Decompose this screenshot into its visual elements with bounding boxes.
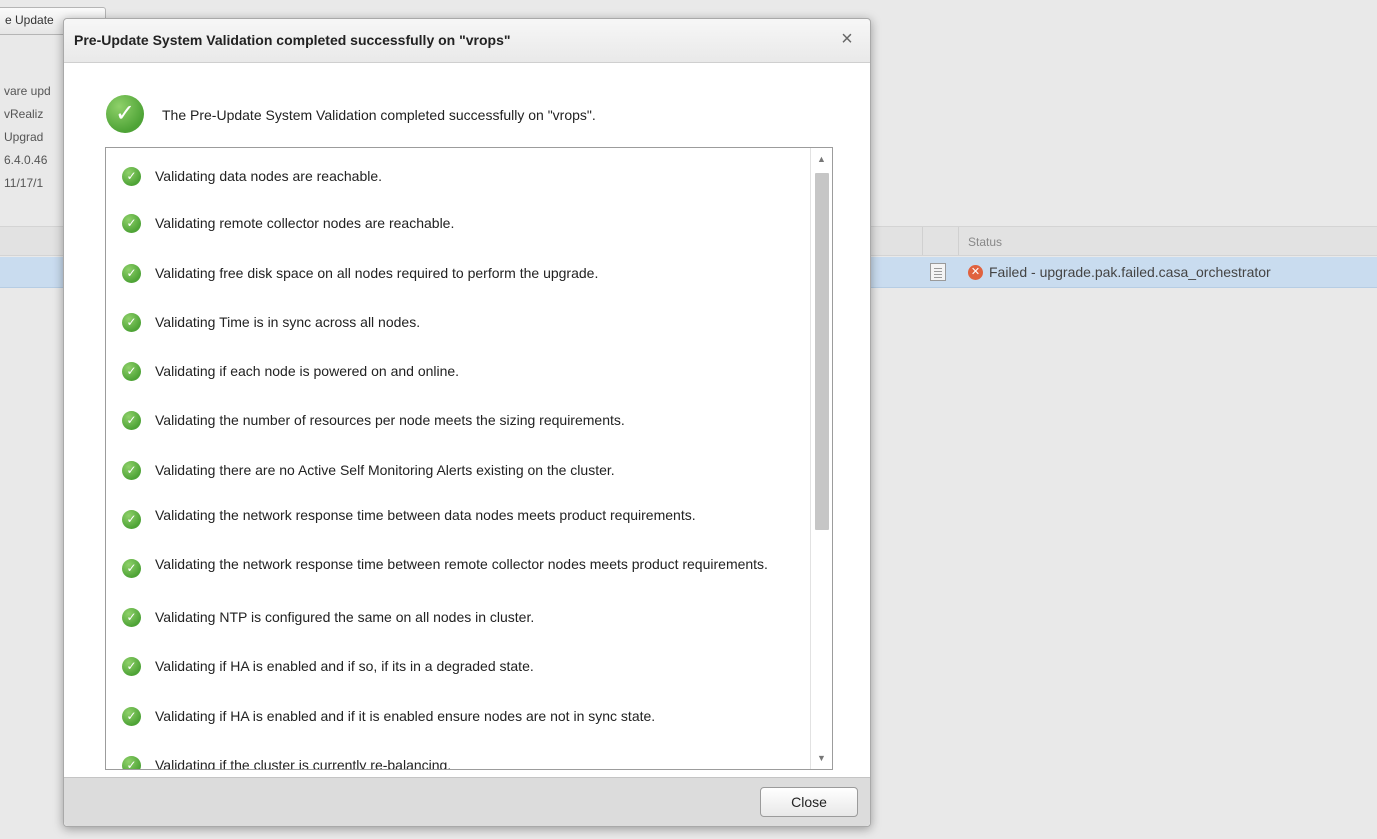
status-text: Failed - upgrade.pak.failed.casa_orchest…	[989, 264, 1271, 280]
update-info-panel: vare upd vRealiz Upgrad 6.4.0.46 11/17/1	[4, 84, 51, 199]
check-icon: ✓	[122, 756, 141, 769]
check-icon: ✓	[122, 461, 141, 480]
item-text: Validating the number of resources per n…	[155, 412, 625, 428]
check-icon: ✓	[122, 362, 141, 381]
check-icon: ✓	[122, 264, 141, 283]
item-text: Validating if the cluster is currently r…	[155, 757, 452, 770]
column-separator[interactable]	[958, 227, 959, 255]
dialog-title: Pre-Update System Validation completed s…	[74, 32, 511, 48]
dialog-header: Pre-Update System Validation completed s…	[64, 19, 870, 63]
item-text: Validating the network response time bet…	[155, 507, 696, 523]
validation-list[interactable]: ✓ Validating data nodes are reachable. ✓…	[105, 147, 833, 770]
scroll-down-arrow-icon[interactable]: ▼	[811, 747, 832, 769]
item-text: Validating if each node is powered on an…	[155, 363, 460, 379]
item-text: Validating NTP is configured the same on…	[155, 609, 535, 625]
info-line: vare upd	[4, 84, 51, 98]
item-text: Validating the network response time bet…	[155, 556, 768, 572]
item-text: Validating data nodes are reachable.	[155, 168, 383, 184]
close-icon[interactable]: ×	[838, 29, 856, 49]
item-text: Validating if HA is enabled and if it is…	[155, 708, 656, 724]
check-icon: ✓	[122, 411, 141, 430]
check-icon: ✓	[122, 608, 141, 627]
info-line: Upgrad	[4, 130, 44, 144]
error-icon: ✕	[968, 265, 983, 280]
check-icon: ✓	[122, 313, 141, 332]
close-button[interactable]: Close	[760, 787, 858, 817]
check-icon: ✓	[122, 707, 141, 726]
item-text: Validating free disk space on all nodes …	[155, 265, 599, 281]
info-line: vRealiz	[4, 107, 44, 121]
list-scrollbar[interactable]: ▲ ▼	[810, 148, 832, 769]
success-check-icon: ✓	[106, 95, 144, 133]
status-column-header[interactable]: Status	[968, 235, 1002, 249]
column-separator[interactable]	[922, 227, 923, 255]
check-icon: ✓	[122, 214, 141, 233]
check-icon: ✓	[122, 657, 141, 676]
check-icon: ✓	[122, 510, 141, 529]
info-line: 11/17/1	[4, 176, 44, 190]
check-icon: ✓	[122, 559, 141, 578]
item-text: Validating there are no Active Self Moni…	[155, 462, 615, 478]
validation-dialog: Pre-Update System Validation completed s…	[63, 18, 871, 827]
scroll-up-arrow-icon[interactable]: ▲	[811, 148, 832, 170]
scroll-thumb[interactable]	[815, 173, 829, 530]
success-message: The Pre-Update System Validation complet…	[162, 107, 596, 123]
info-line: 6.4.0.46	[4, 153, 48, 167]
item-text: Validating Time is in sync across all no…	[155, 314, 421, 330]
item-text: Validating if HA is enabled and if so, i…	[155, 658, 534, 674]
dialog-footer: Close	[64, 777, 870, 826]
item-text: Validating remote collector nodes are re…	[155, 215, 455, 231]
check-icon: ✓	[122, 167, 141, 186]
details-icon[interactable]	[930, 263, 946, 281]
